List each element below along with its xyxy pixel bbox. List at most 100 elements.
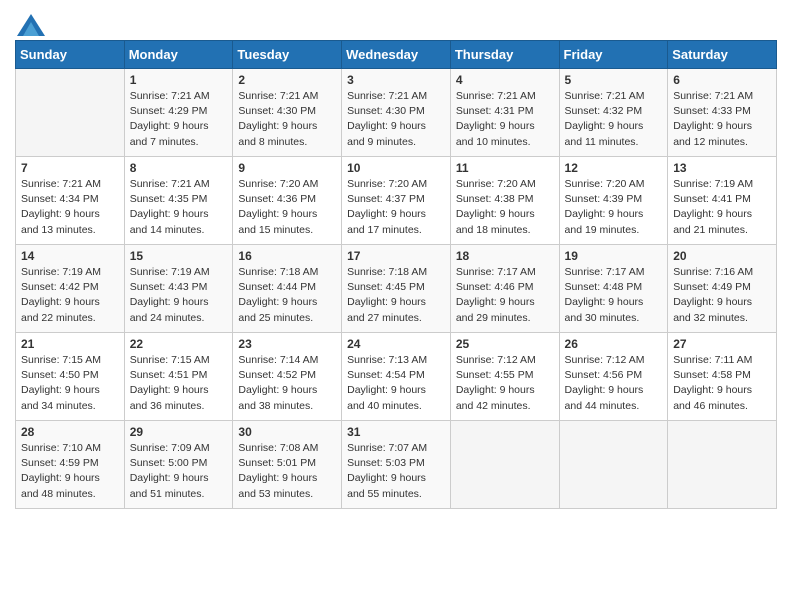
day-number: 28 — [21, 425, 119, 439]
calendar-day-cell: 22 Sunrise: 7:15 AM Sunset: 4:51 PM Dayli… — [124, 333, 233, 421]
day-info: Sunrise: 7:20 AM Sunset: 4:38 PM Dayligh… — [456, 177, 554, 238]
day-of-week-header: Saturday — [668, 41, 777, 69]
day-number: 21 — [21, 337, 119, 351]
day-number: 7 — [21, 161, 119, 175]
day-of-week-header: Monday — [124, 41, 233, 69]
day-number: 2 — [238, 73, 336, 87]
day-number: 18 — [456, 249, 554, 263]
day-info: Sunrise: 7:21 AM Sunset: 4:35 PM Dayligh… — [130, 177, 228, 238]
day-number: 19 — [565, 249, 663, 263]
day-number: 3 — [347, 73, 445, 87]
day-info: Sunrise: 7:11 AM Sunset: 4:58 PM Dayligh… — [673, 353, 771, 414]
calendar-day-cell — [559, 421, 668, 509]
day-number: 27 — [673, 337, 771, 351]
day-number: 26 — [565, 337, 663, 351]
day-info: Sunrise: 7:21 AM Sunset: 4:30 PM Dayligh… — [347, 89, 445, 150]
day-info: Sunrise: 7:19 AM Sunset: 4:41 PM Dayligh… — [673, 177, 771, 238]
day-number: 5 — [565, 73, 663, 87]
calendar-day-cell: 11 Sunrise: 7:20 AM Sunset: 4:38 PM Dayli… — [450, 157, 559, 245]
day-info: Sunrise: 7:15 AM Sunset: 4:51 PM Dayligh… — [130, 353, 228, 414]
day-number: 30 — [238, 425, 336, 439]
calendar-day-cell: 7 Sunrise: 7:21 AM Sunset: 4:34 PM Daylig… — [16, 157, 125, 245]
calendar-day-cell: 8Sunrise: 7:21 AM Sunset: 4:35 PM Daylig… — [124, 157, 233, 245]
day-info: Sunrise: 7:21 AM Sunset: 4:31 PM Dayligh… — [456, 89, 554, 150]
calendar-week-row: 14Sunrise: 7:19 AM Sunset: 4:42 PM Dayli… — [16, 245, 777, 333]
calendar-day-cell: 4 Sunrise: 7:21 AM Sunset: 4:31 PM Daylig… — [450, 69, 559, 157]
day-number: 9 — [238, 161, 336, 175]
day-number: 13 — [673, 161, 771, 175]
day-info: Sunrise: 7:07 AM Sunset: 5:03 PM Dayligh… — [347, 441, 445, 502]
calendar-day-cell: 23 Sunrise: 7:14 AM Sunset: 4:52 PM Dayli… — [233, 333, 342, 421]
calendar-day-cell: 9 Sunrise: 7:20 AM Sunset: 4:36 PM Daylig… — [233, 157, 342, 245]
day-info: Sunrise: 7:14 AM Sunset: 4:52 PM Dayligh… — [238, 353, 336, 414]
day-info: Sunrise: 7:21 AM Sunset: 4:29 PM Dayligh… — [130, 89, 228, 150]
calendar-day-cell — [16, 69, 125, 157]
calendar-day-cell: 19 Sunrise: 7:17 AM Sunset: 4:48 PM Dayli… — [559, 245, 668, 333]
calendar-day-cell: 21Sunrise: 7:15 AM Sunset: 4:50 PM Dayli… — [16, 333, 125, 421]
day-number: 17 — [347, 249, 445, 263]
day-number: 10 — [347, 161, 445, 175]
day-of-week-header: Tuesday — [233, 41, 342, 69]
day-number: 20 — [673, 249, 771, 263]
day-number: 6 — [673, 73, 771, 87]
day-number: 15 — [130, 249, 228, 263]
day-number: 31 — [347, 425, 445, 439]
day-number: 25 — [456, 337, 554, 351]
day-info: Sunrise: 7:19 AM Sunset: 4:43 PM Dayligh… — [130, 265, 228, 326]
day-number: 23 — [238, 337, 336, 351]
day-info: Sunrise: 7:17 AM Sunset: 4:48 PM Dayligh… — [565, 265, 663, 326]
calendar-day-cell: 16 Sunrise: 7:18 AM Sunset: 4:44 PM Dayli… — [233, 245, 342, 333]
calendar-day-cell — [668, 421, 777, 509]
day-number: 16 — [238, 249, 336, 263]
day-number: 11 — [456, 161, 554, 175]
day-info: Sunrise: 7:17 AM Sunset: 4:46 PM Dayligh… — [456, 265, 554, 326]
day-of-week-header: Friday — [559, 41, 668, 69]
calendar-day-cell: 3 Sunrise: 7:21 AM Sunset: 4:30 PM Daylig… — [342, 69, 451, 157]
day-info: Sunrise: 7:21 AM Sunset: 4:34 PM Dayligh… — [21, 177, 119, 238]
day-number: 12 — [565, 161, 663, 175]
calendar-header-row: SundayMondayTuesdayWednesdayThursdayFrid… — [16, 41, 777, 69]
day-number: 1 — [130, 73, 228, 87]
calendar-week-row: 1 Sunrise: 7:21 AM Sunset: 4:29 PM Daylig… — [16, 69, 777, 157]
day-of-week-header: Wednesday — [342, 41, 451, 69]
day-info: Sunrise: 7:21 AM Sunset: 4:32 PM Dayligh… — [565, 89, 663, 150]
day-info: Sunrise: 7:18 AM Sunset: 4:44 PM Dayligh… — [238, 265, 336, 326]
calendar-day-cell: 29Sunrise: 7:09 AM Sunset: 5:00 PM Dayli… — [124, 421, 233, 509]
calendar-day-cell: 10 Sunrise: 7:20 AM Sunset: 4:37 PM Dayli… — [342, 157, 451, 245]
day-info: Sunrise: 7:08 AM Sunset: 5:01 PM Dayligh… — [238, 441, 336, 502]
calendar-day-cell: 5 Sunrise: 7:21 AM Sunset: 4:32 PM Daylig… — [559, 69, 668, 157]
calendar-week-row: 7 Sunrise: 7:21 AM Sunset: 4:34 PM Daylig… — [16, 157, 777, 245]
day-info: Sunrise: 7:18 AM Sunset: 4:45 PM Dayligh… — [347, 265, 445, 326]
calendar-day-cell: 15 Sunrise: 7:19 AM Sunset: 4:43 PM Dayli… — [124, 245, 233, 333]
calendar-week-row: 21Sunrise: 7:15 AM Sunset: 4:50 PM Dayli… — [16, 333, 777, 421]
page-header — [15, 10, 777, 36]
logo-icon — [17, 14, 45, 36]
day-info: Sunrise: 7:20 AM Sunset: 4:36 PM Dayligh… — [238, 177, 336, 238]
calendar-day-cell: 2 Sunrise: 7:21 AM Sunset: 4:30 PM Daylig… — [233, 69, 342, 157]
day-info: Sunrise: 7:12 AM Sunset: 4:55 PM Dayligh… — [456, 353, 554, 414]
calendar-day-cell: 17 Sunrise: 7:18 AM Sunset: 4:45 PM Dayli… — [342, 245, 451, 333]
calendar-day-cell: 20 Sunrise: 7:16 AM Sunset: 4:49 PM Dayli… — [668, 245, 777, 333]
calendar-day-cell: 27 Sunrise: 7:11 AM Sunset: 4:58 PM Dayli… — [668, 333, 777, 421]
day-number: 4 — [456, 73, 554, 87]
calendar-table: SundayMondayTuesdayWednesdayThursdayFrid… — [15, 40, 777, 509]
calendar-day-cell: 31 Sunrise: 7:07 AM Sunset: 5:03 PM Dayli… — [342, 421, 451, 509]
calendar-day-cell: 1 Sunrise: 7:21 AM Sunset: 4:29 PM Daylig… — [124, 69, 233, 157]
calendar-day-cell: 12Sunrise: 7:20 AM Sunset: 4:39 PM Dayli… — [559, 157, 668, 245]
calendar-day-cell: 14Sunrise: 7:19 AM Sunset: 4:42 PM Dayli… — [16, 245, 125, 333]
day-number: 22 — [130, 337, 228, 351]
day-info: Sunrise: 7:21 AM Sunset: 4:30 PM Dayligh… — [238, 89, 336, 150]
calendar-day-cell: 6 Sunrise: 7:21 AM Sunset: 4:33 PM Daylig… — [668, 69, 777, 157]
day-of-week-header: Sunday — [16, 41, 125, 69]
calendar-day-cell: 25 Sunrise: 7:12 AM Sunset: 4:55 PM Dayli… — [450, 333, 559, 421]
calendar-week-row: 28Sunrise: 7:10 AM Sunset: 4:59 PM Dayli… — [16, 421, 777, 509]
day-info: Sunrise: 7:12 AM Sunset: 4:56 PM Dayligh… — [565, 353, 663, 414]
day-info: Sunrise: 7:13 AM Sunset: 4:54 PM Dayligh… — [347, 353, 445, 414]
day-info: Sunrise: 7:16 AM Sunset: 4:49 PM Dayligh… — [673, 265, 771, 326]
calendar-day-cell: 24Sunrise: 7:13 AM Sunset: 4:54 PM Dayli… — [342, 333, 451, 421]
calendar-day-cell: 28Sunrise: 7:10 AM Sunset: 4:59 PM Dayli… — [16, 421, 125, 509]
calendar-day-cell: 18 Sunrise: 7:17 AM Sunset: 4:46 PM Dayli… — [450, 245, 559, 333]
day-info: Sunrise: 7:20 AM Sunset: 4:37 PM Dayligh… — [347, 177, 445, 238]
calendar-day-cell — [450, 421, 559, 509]
day-info: Sunrise: 7:21 AM Sunset: 4:33 PM Dayligh… — [673, 89, 771, 150]
